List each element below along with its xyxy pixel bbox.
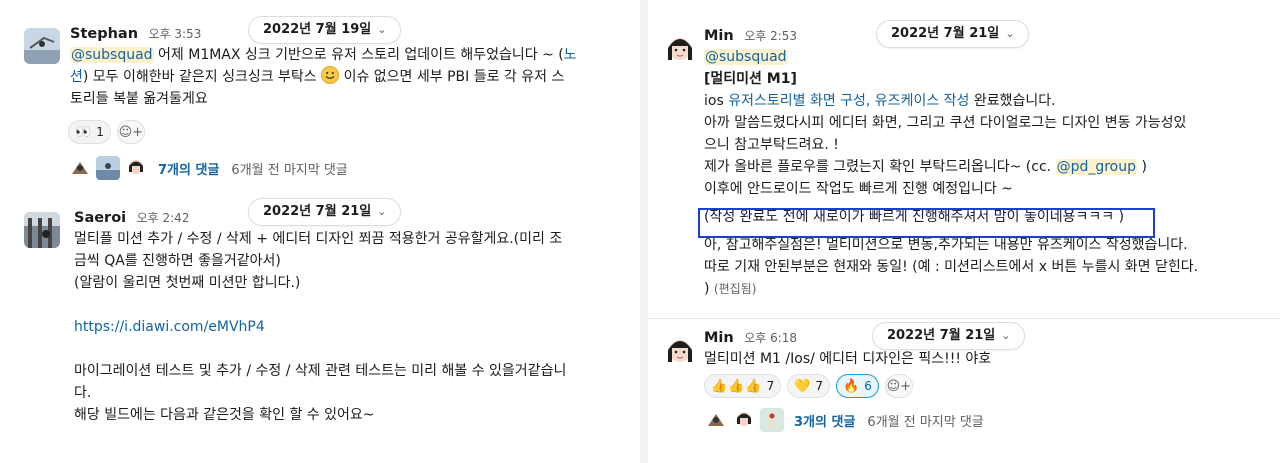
message-text: 다.	[74, 385, 92, 401]
timestamp[interactable]: 오후 2:53	[744, 29, 797, 43]
notion-link[interactable]: 노	[564, 47, 577, 63]
reaction-fire[interactable]: 🔥 6	[836, 374, 879, 398]
left-channel-panel: Stephan 오후 3:53 @subsquad 어제 M1MAX 싱크 기반…	[0, 0, 640, 463]
chevron-down-icon: ⌄	[377, 23, 387, 36]
yellow-heart-icon: 💛	[794, 378, 812, 394]
message-text: 금씩 QA를 진행하면 좋을거같아서)	[74, 253, 281, 269]
message-text: 으니 참고부탁드려요. !	[704, 137, 839, 153]
author-name[interactable]: Saeroi	[74, 210, 126, 226]
avatar	[96, 156, 120, 180]
reaction-thumbs-up[interactable]: 👍👍👍 7	[704, 374, 782, 398]
chevron-down-icon: ⌄	[1005, 27, 1015, 40]
usecase-link[interactable]: 유저스토리별 화면 구성, 유즈케이스 작성	[728, 93, 969, 109]
avatar	[760, 408, 784, 432]
thread-summary[interactable]: 3개의 댓글 6개월 전 마지막 댓글	[704, 406, 984, 434]
last-reply-time: 6개월 전 마지막 댓글	[867, 414, 984, 430]
mention[interactable]: @pd_group	[1055, 159, 1137, 175]
timestamp[interactable]: 오후 2:42	[137, 211, 190, 225]
date-divider[interactable]: 2022년 7월 19일 ⌄	[248, 16, 402, 44]
fire-icon: 🔥	[843, 378, 861, 394]
message-divider	[648, 318, 1280, 319]
date-label: 2022년 7월 21일	[263, 204, 372, 219]
message-text: 제가 올바른 플로우를 그렸는지 확인 부탁드리옵니다~ (cc.	[704, 159, 1056, 175]
eyes-icon: 👀	[75, 124, 93, 140]
message-text: 멀티미션 M1 /Ios/ 에디터 디자인은 픽스!!! 야호	[704, 351, 992, 367]
mention[interactable]: @subsquad	[704, 49, 788, 65]
right-channel-panel: Min 오후 2:53 @subsquad [멀티미션 M1] ios 유저스토…	[648, 0, 1280, 463]
notion-link-cont[interactable]: 션	[70, 69, 83, 85]
date-divider[interactable]: 2022년 7월 21일 ⌄	[876, 20, 1030, 48]
date-label: 2022년 7월 21일	[887, 328, 996, 343]
avatar[interactable]	[24, 212, 60, 248]
add-reaction-icon[interactable]: ☺+	[884, 374, 913, 398]
edited-label: (편집됨)	[713, 282, 757, 296]
last-reply-time: 6개월 전 마지막 댓글	[231, 162, 348, 178]
reaction-yellow-heart[interactable]: 💛 7	[787, 374, 831, 398]
message-text: 해당 빌드에는 다음과 같은것을 확인 할 수 있어요~	[74, 407, 375, 423]
message-text: 이후에 안드로이드 작업도 빠르게 진행 예정입니다 ~	[704, 181, 1013, 197]
date-divider[interactable]: 2022년 7월 21일 ⌄	[872, 322, 1026, 350]
highlight-box	[698, 208, 1155, 238]
diawi-link[interactable]: https://i.diawi.com/eMVhP4	[74, 319, 265, 335]
avatar	[68, 156, 92, 180]
author-name[interactable]: Min	[704, 330, 734, 346]
chevron-down-icon: ⌄	[1001, 329, 1011, 342]
message-text: ios	[704, 93, 729, 109]
avatar[interactable]	[662, 30, 698, 66]
message-text: )	[704, 281, 710, 297]
avatar[interactable]	[24, 28, 60, 64]
reaction-count: 7	[815, 379, 824, 393]
avatar	[124, 156, 148, 180]
message-text: )	[1137, 159, 1147, 175]
message-text: 이슈 없으면 세부 PBI 들로 각 유저 스	[339, 69, 565, 85]
timestamp[interactable]: 오후 6:18	[744, 331, 797, 345]
avatar	[732, 408, 756, 432]
add-reaction-icon[interactable]: ☺+	[116, 120, 145, 144]
message-text: 아까 말씀드렸다시피 에디터 화면, 그리고 쿠션 다이얼로그는 디자인 변동 …	[704, 115, 1187, 131]
message-text: (알람이 울리면 첫번째 미션만 합니다.)	[74, 275, 301, 291]
reaction-count: 6	[864, 379, 872, 393]
reaction-bar: 👍👍👍 7 💛 7 🔥 6 ☺+	[704, 374, 913, 398]
reaction-count: 7	[766, 379, 775, 393]
date-divider[interactable]: 2022년 7월 21일 ⌄	[248, 198, 402, 226]
author-name[interactable]: Min	[704, 28, 734, 44]
thread-summary[interactable]: 7개의 댓글 6개월 전 마지막 댓글	[68, 154, 348, 182]
message-title: [멀티미션 M1]	[704, 71, 797, 87]
panel-gap	[640, 0, 648, 463]
message-text: 멀티플 미션 추가 / 수정 / 삭제 + 에디터 디자인 쬐끔 적용한거 공유…	[74, 231, 563, 247]
author-name[interactable]: Stephan	[70, 26, 138, 42]
avatar[interactable]	[662, 332, 698, 368]
chevron-down-icon: ⌄	[377, 205, 387, 218]
reaction-count: 1	[96, 125, 104, 139]
message-text: 따로 기재 안된부분은 현재와 동일! (예 : 미션리스트에서 x 버튼 누를…	[704, 259, 1199, 275]
reply-count-link[interactable]: 7개의 댓글	[158, 159, 219, 178]
message-text: 완료했습니다.	[969, 93, 1056, 109]
message-text: 토리들 복붙 옮겨둘게요	[70, 91, 208, 107]
date-label: 2022년 7월 19일	[263, 22, 372, 37]
avatar	[704, 408, 728, 432]
mention[interactable]: @subsquad	[70, 47, 154, 63]
message-text: 마이그레이션 테스트 및 추가 / 수정 / 삭제 관련 테스트는 미리 해볼 …	[74, 363, 567, 379]
reply-count-link[interactable]: 3개의 댓글	[794, 411, 855, 430]
date-label: 2022년 7월 21일	[891, 26, 1000, 41]
timestamp[interactable]: 오후 3:53	[148, 27, 201, 41]
message-text: ) 모두 이해한바 같은지 싱크싱크 부탁스	[82, 69, 322, 85]
reaction-bar: 👀 1 ☺+	[68, 120, 145, 144]
thumbs-up-icon: 👍👍👍	[711, 378, 763, 394]
reaction-eyes[interactable]: 👀 1	[68, 120, 111, 144]
message-text: 어제 M1MAX 싱크 기반으로 유저 스토리 업데이트 해두었습니다 ~ (	[153, 47, 564, 63]
smile-emoji-icon	[321, 66, 340, 84]
